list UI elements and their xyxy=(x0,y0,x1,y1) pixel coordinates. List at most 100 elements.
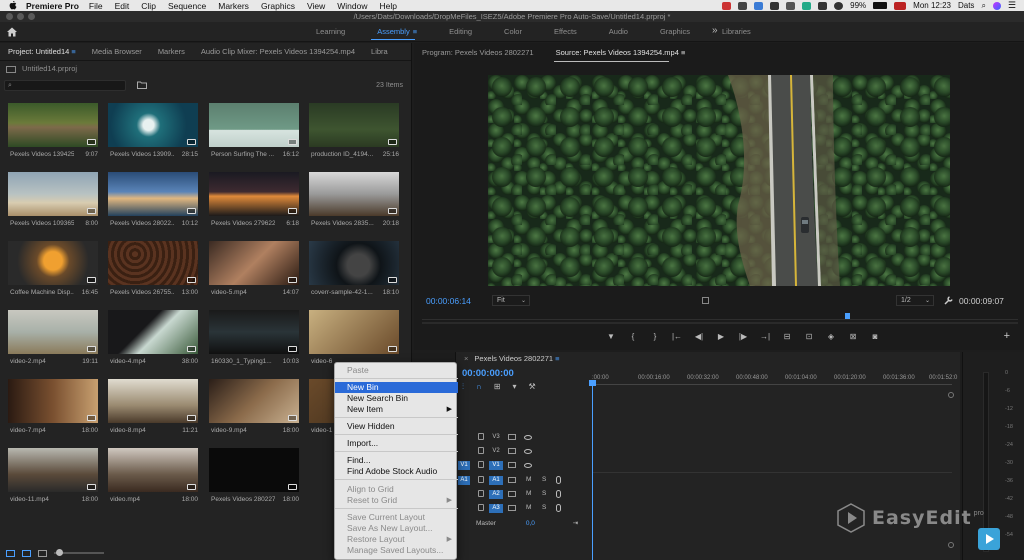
home-icon[interactable] xyxy=(6,26,18,38)
playback-resolution-select[interactable]: 1/2 ⌄ xyxy=(896,295,934,306)
clip-name[interactable]: video-11.mp4 xyxy=(10,496,74,503)
status-app-icon[interactable] xyxy=(802,1,812,10)
clip-thumbnail[interactable] xyxy=(8,103,98,147)
mute-button[interactable]: M xyxy=(526,476,531,483)
overwrite-button[interactable]: ⊡ xyxy=(798,332,820,341)
status-app-icon[interactable] xyxy=(722,1,732,10)
timeline-timecode[interactable]: 00:00:00:00 xyxy=(462,368,514,379)
tab-media-browser[interactable]: Media Browser xyxy=(84,47,150,56)
lock-icon[interactable] xyxy=(478,447,484,454)
tab-program-monitor[interactable]: Program: Pexels Videos 2802271 xyxy=(414,48,548,57)
step-back-button[interactable]: ◀| xyxy=(688,332,710,341)
app-menu[interactable]: Premiere Pro xyxy=(26,1,79,11)
mute-button[interactable]: M xyxy=(526,504,531,511)
wrench-icon[interactable]: ⚒ xyxy=(528,382,535,392)
workspace-tab-color[interactable]: Color xyxy=(488,22,538,42)
clip-name[interactable]: video-9.mp4 xyxy=(211,427,275,434)
track-v2[interactable]: V2 xyxy=(456,444,592,458)
clock[interactable]: Mon 12:23 xyxy=(913,1,951,10)
safe-margins-icon[interactable] xyxy=(702,297,709,304)
clip-name[interactable]: Pexels Videos 13909... xyxy=(110,151,174,158)
lock-icon[interactable] xyxy=(478,504,484,511)
list-view-icon[interactable] xyxy=(6,549,15,557)
scroll-handle[interactable] xyxy=(948,542,954,548)
menu-item-paste[interactable]: Paste xyxy=(335,365,458,376)
project-search-input[interactable]: ⌕ xyxy=(4,80,126,91)
menu-help[interactable]: Help xyxy=(379,1,396,11)
solo-button[interactable]: S xyxy=(542,490,546,497)
workspace-tab-learning[interactable]: Learning xyxy=(300,22,361,42)
timeline-ruler[interactable]: :00:00 00:00:16:00 00:00:32:00 00:00:48:… xyxy=(592,374,957,388)
monitor-time-ruler[interactable] xyxy=(422,313,1018,325)
search-icon[interactable]: ⌕ xyxy=(981,1,985,11)
go-to-in-button[interactable]: |← xyxy=(666,332,688,341)
bin-icon[interactable] xyxy=(137,80,147,89)
clip-name[interactable]: Coffee Machine Disp... xyxy=(10,289,74,296)
insert-button[interactable]: ⊟ xyxy=(776,332,798,341)
menu-item-save-current-layout[interactable]: Save Current Layout xyxy=(335,512,458,523)
clip-thumbnail[interactable] xyxy=(209,379,299,423)
clip-thumbnail[interactable] xyxy=(309,103,399,147)
track-label[interactable]: V2 xyxy=(489,447,503,456)
clip-name[interactable]: Pexels Videos 2835... xyxy=(311,220,375,227)
menu-sequence[interactable]: Sequence xyxy=(168,1,206,11)
clip-thumbnail[interactable] xyxy=(108,310,198,354)
workspace-tab-audio[interactable]: Audio xyxy=(593,22,644,42)
linked-selection-icon[interactable]: ⊞ xyxy=(494,382,501,392)
clip-thumbnail[interactable] xyxy=(108,172,198,216)
workspace-menu-icon[interactable]: ≡ xyxy=(413,27,417,36)
master-volume[interactable]: 0,0 xyxy=(526,520,535,527)
zoom-level-select[interactable]: Fit ⌄ xyxy=(492,295,530,306)
clip-thumbnail[interactable] xyxy=(309,172,399,216)
lock-icon[interactable] xyxy=(478,490,484,497)
eye-icon[interactable] xyxy=(524,463,532,468)
clip-name[interactable]: Pexels Videos 2802271 xyxy=(211,496,275,503)
tab-libraries[interactable]: Libra xyxy=(363,47,396,56)
track-label[interactable]: A2 xyxy=(489,490,503,499)
eye-icon[interactable] xyxy=(524,449,532,454)
menu-view[interactable]: View xyxy=(307,1,325,11)
clip-name[interactable]: video-7.mp4 xyxy=(10,427,74,434)
mute-button[interactable]: M xyxy=(526,490,531,497)
solo-button[interactable]: S xyxy=(542,504,546,511)
workspace-tab-graphics[interactable]: Graphics xyxy=(644,22,706,42)
clip-name[interactable]: video-5.mp4 xyxy=(211,289,275,296)
apple-icon[interactable] xyxy=(8,1,18,11)
master-track[interactable]: Master 0,0 ⇥ xyxy=(476,519,578,527)
menu-graphics[interactable]: Graphics xyxy=(261,1,295,11)
clip-thumbnail[interactable] xyxy=(209,448,299,492)
clip-name[interactable]: Pexels Videos 139425... xyxy=(10,151,74,158)
panel-menu-icon[interactable]: ≡ xyxy=(681,48,685,57)
clip-thumbnail[interactable] xyxy=(8,379,98,423)
sync-lock-icon[interactable] xyxy=(508,477,516,483)
current-timecode[interactable]: 00:00:06:14 xyxy=(426,296,471,306)
clip-thumbnail[interactable] xyxy=(309,241,399,285)
clip-thumbnail[interactable] xyxy=(209,172,299,216)
panel-menu-icon[interactable]: ≡ xyxy=(71,47,75,56)
clip-thumbnail[interactable] xyxy=(209,310,299,354)
battery-icon[interactable] xyxy=(873,2,888,9)
clip-thumbnail[interactable] xyxy=(108,448,198,492)
add-marker-button[interactable]: ▼ xyxy=(600,332,622,341)
sync-lock-icon[interactable] xyxy=(508,505,516,511)
menu-window[interactable]: Window xyxy=(337,1,367,11)
menu-item-view-hidden[interactable]: View Hidden xyxy=(335,421,458,432)
sync-lock-icon[interactable] xyxy=(508,462,516,468)
menu-item-find-adobe-stock-audio[interactable]: Find Adobe Stock Audio xyxy=(335,466,458,477)
freeform-view-icon[interactable] xyxy=(38,549,47,557)
menu-list-icon[interactable]: ☰ xyxy=(1008,0,1016,11)
clip-thumbnail[interactable] xyxy=(8,241,98,285)
clip-thumbnail[interactable] xyxy=(209,103,299,147)
scroll-handle[interactable] xyxy=(948,392,954,398)
menu-item-align-to-grid[interactable]: Align to Grid xyxy=(335,484,458,495)
siri-icon[interactable] xyxy=(992,1,1001,10)
microphone-icon[interactable] xyxy=(556,490,561,498)
menu-file[interactable]: File xyxy=(89,1,103,11)
microphone-icon[interactable] xyxy=(556,504,561,512)
tab-project[interactable]: Project: Untitled14 ≡ xyxy=(0,47,84,56)
clip-thumbnail[interactable] xyxy=(309,310,399,354)
menu-clip[interactable]: Clip xyxy=(141,1,156,11)
icon-view-icon[interactable] xyxy=(22,549,31,557)
status-app-icon[interactable] xyxy=(770,1,780,10)
wifi-icon[interactable] xyxy=(834,1,844,10)
